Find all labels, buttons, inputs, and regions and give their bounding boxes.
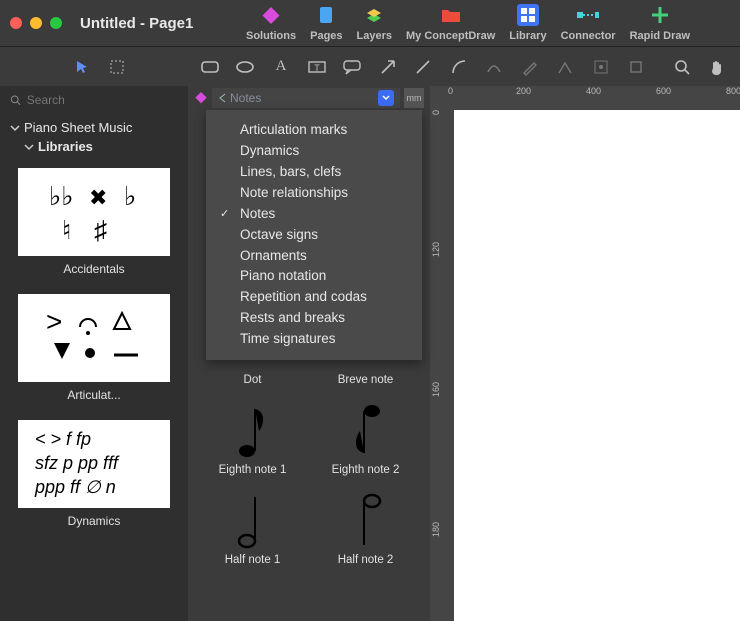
ruler-vertical: 0 120 160 180 xyxy=(430,102,446,621)
grid-icon xyxy=(517,4,539,26)
svg-text:♮: ♮ xyxy=(62,215,71,245)
minimize-icon[interactable] xyxy=(30,17,42,29)
connector-icon xyxy=(577,4,599,26)
solutions-mini-icon[interactable] xyxy=(194,91,208,105)
menu-solutions[interactable]: Solutions xyxy=(246,4,296,42)
menu-pages[interactable]: Pages xyxy=(310,4,342,42)
menu-library[interactable]: Library xyxy=(509,4,546,42)
opt-lines[interactable]: Lines, bars, clefs xyxy=(220,162,408,183)
tree-libraries[interactable]: Libraries xyxy=(10,139,178,154)
edit-point[interactable] xyxy=(552,54,578,80)
canvas-area[interactable]: 0 200 400 600 800 0 120 160 180 xyxy=(430,86,740,621)
svg-text:♭: ♭ xyxy=(124,181,136,211)
callout-tool[interactable] xyxy=(339,54,365,80)
menu-layers[interactable]: Layers xyxy=(357,4,392,42)
category-combo[interactable]: Notes xyxy=(212,88,400,108)
opt-articulation[interactable]: Articulation marks xyxy=(220,120,408,141)
menu-rapiddraw[interactable]: Rapid Draw xyxy=(630,4,691,42)
rect-tool[interactable] xyxy=(197,54,223,80)
line-tool[interactable] xyxy=(410,54,436,80)
pointer-tool[interactable] xyxy=(69,54,95,80)
svg-text:sfz p pp fff: sfz p pp fff xyxy=(35,453,120,473)
svg-text:>: > xyxy=(46,306,62,337)
svg-text:ppp ff ∅ n: ppp ff ∅ n xyxy=(34,477,116,497)
opt-rests[interactable]: Rests and breaks xyxy=(220,308,408,329)
arc-tool[interactable] xyxy=(446,54,472,80)
opt-repetition[interactable]: Repetition and codas xyxy=(220,287,408,308)
menu-connector[interactable]: Connector xyxy=(561,4,616,42)
folder-icon xyxy=(440,4,462,26)
page-icon xyxy=(315,4,337,26)
layers-icon xyxy=(363,4,385,26)
library-search[interactable] xyxy=(0,86,188,114)
plus-icon xyxy=(649,4,671,26)
page-canvas[interactable] xyxy=(454,110,740,621)
lib-accidentals[interactable]: ♭♭✖♭♮♯ Accidentals xyxy=(18,168,170,276)
opt-notes[interactable]: ✓Notes xyxy=(220,204,408,225)
window-title: Untitled - Page1 xyxy=(80,15,193,32)
menu-myconceptdraw[interactable]: My ConceptDraw xyxy=(406,4,495,42)
arrow-tool[interactable] xyxy=(375,54,401,80)
chevron-down-icon xyxy=(10,123,20,133)
unit-label: mm xyxy=(404,88,424,108)
search-input[interactable] xyxy=(27,93,178,107)
hand-tool[interactable] xyxy=(704,54,730,80)
edit-anchor[interactable] xyxy=(588,54,614,80)
textbox-tool[interactable]: T xyxy=(304,54,330,80)
crop-tool[interactable] xyxy=(623,54,649,80)
opt-piano[interactable]: Piano notation xyxy=(220,266,408,287)
search-icon xyxy=(10,94,21,106)
shape-eighth2[interactable]: Eighth note 2 xyxy=(311,400,420,476)
opt-note-rel[interactable]: Note relationships xyxy=(220,183,408,204)
chevron-down-icon xyxy=(24,142,34,152)
opt-timesig[interactable]: Time signatures xyxy=(220,329,408,350)
svg-text:♭♭: ♭♭ xyxy=(49,181,74,211)
opt-ornaments[interactable]: Ornaments xyxy=(220,246,408,267)
opt-octave[interactable]: Octave signs xyxy=(220,225,408,246)
lib-dynamics[interactable]: < > f fpsfz p pp fffppp ff ∅ n Dynamics xyxy=(18,420,170,528)
diamond-icon xyxy=(260,4,282,26)
chevron-left-icon xyxy=(218,93,228,103)
shape-half1[interactable]: Half note 1 xyxy=(198,490,307,566)
category-dropdown[interactable]: Articulation marks Dynamics Lines, bars,… xyxy=(206,110,422,360)
opt-dynamics[interactable]: Dynamics xyxy=(220,141,408,162)
zoom-icon[interactable] xyxy=(50,17,62,29)
pencil-tool[interactable] xyxy=(517,54,543,80)
lib-articulation[interactable]: > Articulat... xyxy=(18,294,170,402)
search-tool[interactable] xyxy=(669,54,695,80)
select-tool[interactable] xyxy=(105,54,131,80)
close-icon[interactable] xyxy=(10,17,22,29)
window-controls[interactable] xyxy=(10,17,62,29)
tree-piano-sheet-music[interactable]: Piano Sheet Music xyxy=(10,120,178,135)
svg-text:♯: ♯ xyxy=(94,215,107,245)
ruler-horizontal: 0 200 400 600 800 xyxy=(430,86,740,102)
svg-text:< > f fp: < > f fp xyxy=(35,429,91,449)
shape-half2[interactable]: Half note 2 xyxy=(311,490,420,566)
shape-eighth1[interactable]: Eighth note 1 xyxy=(198,400,307,476)
ellipse-tool[interactable] xyxy=(233,54,259,80)
svg-text:✖: ✖ xyxy=(89,185,107,210)
svg-text:T: T xyxy=(314,63,320,73)
pen-tool[interactable] xyxy=(481,54,507,80)
combo-arrow-icon[interactable] xyxy=(378,90,394,106)
text-tool[interactable]: A xyxy=(268,54,294,80)
